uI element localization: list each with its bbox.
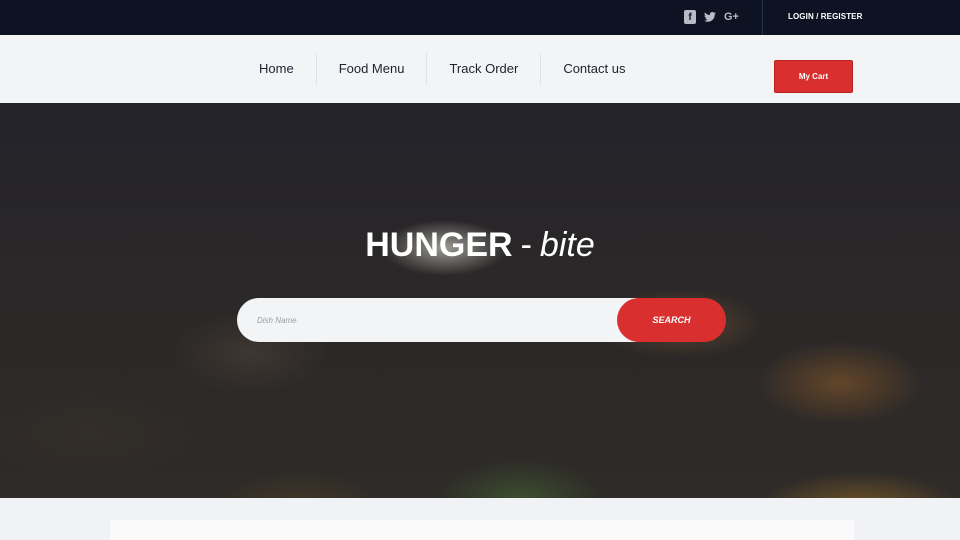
facebook-icon[interactable]: f: [684, 10, 696, 24]
nav-track-order[interactable]: Track Order: [427, 53, 542, 85]
nav-food-menu[interactable]: Food Menu: [317, 53, 428, 85]
google-plus-icon[interactable]: G+: [724, 10, 739, 24]
login-register-link[interactable]: LOGIN / REGISTER: [788, 12, 863, 21]
topbar-divider: [762, 0, 763, 35]
main-navbar: Home Food Menu Track Order Contact us My…: [0, 35, 960, 103]
my-cart-button[interactable]: My Cart: [774, 60, 853, 93]
top-bar: f G+ LOGIN / REGISTER: [0, 0, 960, 35]
content-section: [0, 498, 960, 540]
nav-home[interactable]: Home: [237, 53, 317, 85]
main-nav: Home Food Menu Track Order Contact us: [237, 53, 647, 85]
twitter-icon[interactable]: [704, 10, 716, 24]
hero-title-accent: bite: [539, 226, 595, 264]
search-button[interactable]: SEARCH: [617, 298, 726, 342]
hero-title-dash: -: [520, 226, 532, 264]
social-links: f G+: [684, 10, 739, 24]
hero-title: HUNGER - bite: [0, 226, 960, 265]
hero-title-main: HUNGER: [365, 226, 513, 264]
content-card: [110, 520, 854, 540]
dish-search-input[interactable]: [237, 298, 637, 342]
hero-banner: HUNGER-bite SEARCH: [0, 103, 960, 498]
nav-contact-us[interactable]: Contact us: [541, 53, 647, 85]
